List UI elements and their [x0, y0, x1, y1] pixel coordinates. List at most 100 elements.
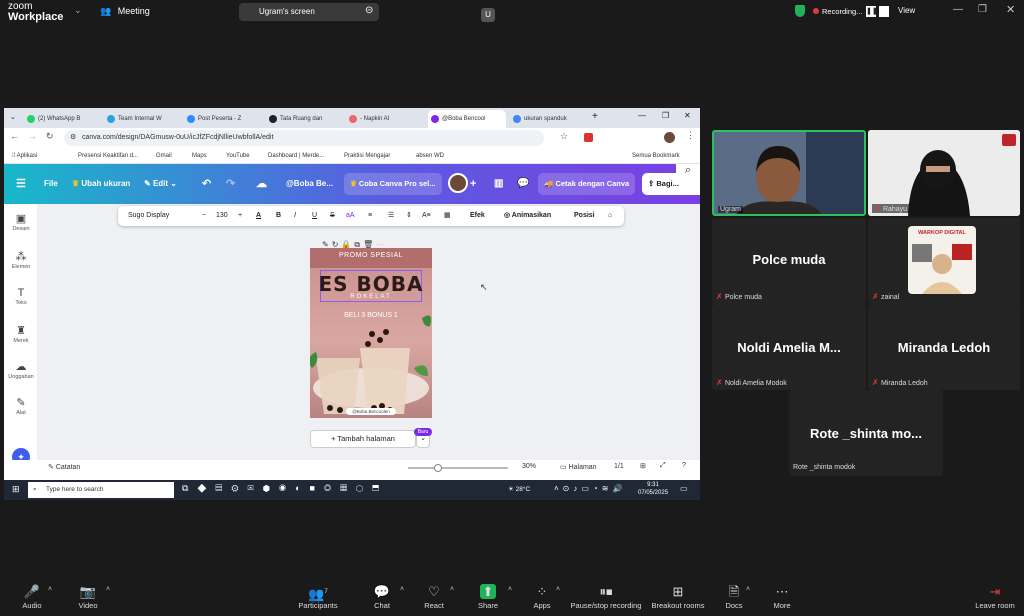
sidebar-item-design[interactable]: ▣ Desain — [4, 212, 38, 232]
tab-search-icon[interactable]: ⌄ — [10, 113, 16, 121]
more-button[interactable]: ⋯ More — [762, 583, 802, 610]
align-icon[interactable]: ≡ — [368, 206, 372, 226]
chevron-down-icon[interactable]: ⌄ — [74, 5, 82, 16]
avatar[interactable] — [448, 173, 468, 193]
reload-icon[interactable]: ↻ — [46, 131, 54, 142]
bookmark[interactable]: YouTube — [226, 151, 250, 161]
browser-tab[interactable]: Tata Ruang dan — [266, 110, 344, 128]
undo-icon[interactable]: ↶ — [202, 164, 211, 204]
browser-menu-icon[interactable]: ⋮ — [686, 130, 695, 141]
design-poster[interactable]: PROMO SPESIAL ES BOBA ROKELAT BELI 3 BON… — [310, 248, 432, 418]
bold-icon[interactable]: B — [276, 206, 281, 226]
view-button[interactable]: View — [898, 6, 915, 15]
video-button[interactable]: 📷 Video — [66, 583, 110, 610]
sidebar-item-tools[interactable]: ✎ Alat — [4, 396, 38, 416]
chevron-up-icon[interactable]: ˄ — [556, 586, 560, 593]
strikethrough-icon[interactable]: S — [330, 206, 335, 226]
chevron-up-icon[interactable]: ˄ — [106, 586, 110, 593]
system-tray[interactable]: ˄⊙♪▭◔≋🔊 — [554, 484, 626, 493]
try-pro-button[interactable]: ♛ Coba Canva Pro sel... — [344, 173, 442, 195]
participant-tile[interactable]: WARKOP DIGITAL ✗ zainal — [868, 218, 1020, 304]
taskbar-apps[interactable]: ⧉◆▤⚙✉⬢◉◐■◎▦⬡⬒ — [182, 483, 388, 494]
windows-start-icon[interactable]: ⊞ — [12, 484, 20, 495]
transparency-icon[interactable]: ▦ — [444, 206, 451, 226]
chevron-up-icon[interactable]: ˄ — [450, 586, 454, 593]
format-painter-icon[interactable]: ⌂ — [608, 206, 612, 226]
bookmark[interactable]: Gmail — [156, 151, 172, 161]
analytics-icon[interactable]: ▥ — [494, 164, 503, 204]
increase-size-button[interactable]: + — [238, 206, 242, 226]
print-button[interactable]: 🚚 Cetak dengan Canva — [538, 173, 636, 195]
notification-icon[interactable]: ▭ — [680, 484, 688, 493]
browser-tab[interactable]: Team Internal W — [104, 110, 182, 128]
underline-icon[interactable]: U — [312, 206, 317, 226]
case-icon[interactable]: aA — [346, 206, 355, 226]
bookmark[interactable]: Praktisi Mengajar — [344, 151, 390, 161]
resize-button[interactable]: ♛ Ubah ukuran — [72, 164, 130, 204]
clock[interactable]: 9:31 07/05/2025 — [638, 481, 668, 497]
screen-share-pill[interactable]: U Ugram's screen ⊝ — [239, 3, 495, 22]
profile-avatar[interactable] — [664, 132, 675, 143]
share-button[interactable]: ⬆ Share — [466, 583, 510, 610]
pause-recording-button[interactable]: ⏸⏹ Pause/stop recording — [566, 583, 646, 610]
chevron-up-icon[interactable]: ˄ — [48, 586, 52, 593]
sidebar-item-text[interactable]: T Teks — [4, 286, 38, 306]
bookmark[interactable]: Maps — [192, 151, 207, 161]
fullscreen-icon[interactable]: ⤢ — [660, 462, 666, 470]
participant-tile[interactable]: ✗ Rahayu — [868, 130, 1020, 216]
effects-button[interactable]: Efek — [470, 206, 485, 226]
taskbar-search[interactable]: ⌕ Type here to search — [28, 482, 174, 498]
animate-button[interactable]: ◎ Animasikan — [504, 206, 551, 226]
forward-icon[interactable]: → — [28, 131, 37, 141]
sidebar-item-brand[interactable]: ♜ Merek — [4, 324, 38, 344]
minimize-icon[interactable]: — — [953, 4, 963, 15]
bookmark[interactable]: absen WD — [416, 151, 444, 161]
sidebar-item-uploads[interactable]: ☁ Unggahan — [4, 360, 38, 380]
breakout-rooms-button[interactable]: ⊞ Breakout rooms — [648, 583, 708, 610]
browser-tab[interactable]: ukuran spanduk — [510, 110, 588, 128]
close-icon[interactable]: ✕ — [684, 111, 691, 120]
add-collaborator-icon[interactable]: + — [470, 164, 476, 204]
participant-tile[interactable]: Rote _shinta mo... Rote _shinta modok — [789, 390, 943, 476]
help-icon[interactable]: ? — [682, 462, 686, 469]
zoom-slider[interactable] — [408, 467, 508, 469]
cloud-icon[interactable]: ☁ — [256, 164, 267, 204]
chevron-up-icon[interactable]: ˄ — [508, 586, 512, 593]
list-icon[interactable]: ☰ — [388, 206, 394, 226]
font-family-select[interactable]: Sugo Display — [124, 206, 196, 226]
add-page-button[interactable]: + Tambah halaman — [310, 430, 416, 448]
participant-tile[interactable]: Miranda Ledoh ✗ Miranda Ledoh — [868, 304, 1020, 390]
restore-icon[interactable]: ❐ — [978, 4, 987, 15]
edit-menu[interactable]: ✎ Edit ⌄ — [144, 164, 177, 204]
minimize-icon[interactable]: — — [638, 111, 646, 120]
text-color-icon[interactable]: A — [256, 206, 261, 226]
zoom-slider-handle[interactable] — [434, 464, 442, 472]
restore-icon[interactable]: ❐ — [662, 111, 669, 120]
all-bookmarks[interactable]: Semua Bookmark — [632, 151, 680, 161]
weather-widget[interactable]: ☀ 28°C — [508, 485, 530, 493]
zoom-level[interactable]: 30% — [522, 463, 536, 470]
close-icon[interactable]: ✕ — [1006, 3, 1015, 16]
document-title[interactable]: @Boba Be... — [286, 164, 333, 204]
decrease-size-button[interactable]: − — [202, 206, 206, 226]
italic-icon[interactable]: I — [294, 206, 296, 226]
pages-button[interactable]: ▭ Halaman — [560, 463, 597, 471]
meeting-menu[interactable]: 👥 Meeting — [100, 6, 150, 17]
comment-icon[interactable]: 💬 — [517, 164, 529, 204]
notes-button[interactable]: ✎ Catatan — [48, 463, 80, 471]
browser-tab[interactable]: (2) WhatsApp B — [24, 110, 102, 128]
chevron-up-icon[interactable]: ˄ — [400, 586, 404, 593]
stop-icon[interactable] — [879, 6, 889, 17]
browser-tab-active[interactable]: @Boba Bencool — [428, 110, 506, 128]
chevron-up-icon[interactable]: ˄ — [746, 586, 750, 593]
new-tab-button[interactable]: + — [592, 111, 598, 122]
leave-room-button[interactable]: ⇥ Leave room — [970, 583, 1020, 610]
sidebar-item-elements[interactable]: ⁂ Elemen — [4, 250, 38, 270]
position-button[interactable]: Posisi — [574, 206, 595, 226]
grid-view-icon[interactable]: ⊞ — [640, 462, 646, 470]
star-icon[interactable]: ☆ — [560, 131, 568, 142]
text-effects-icon[interactable]: A≡ — [422, 206, 431, 226]
participant-tile-active[interactable]: Ugram — [712, 130, 866, 216]
participant-tile[interactable]: Polce muda ✗ Polce muda — [712, 218, 866, 304]
bookmark-apps[interactable]: ⁞⁞ Aplikasi — [12, 151, 37, 161]
